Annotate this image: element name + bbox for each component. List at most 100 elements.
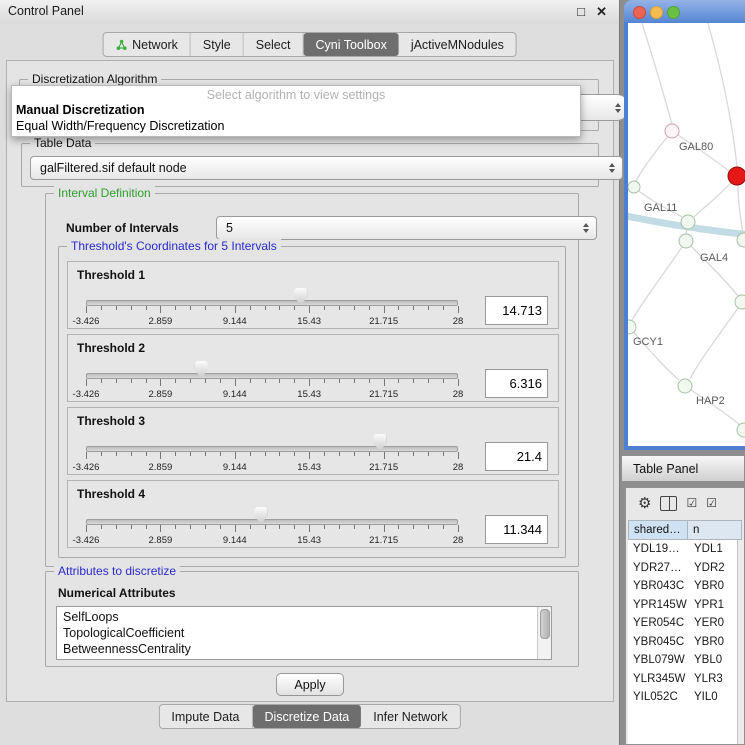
dropdown-option-manual[interactable]: Manual Discretization [12,102,580,118]
close-traffic-light-icon[interactable] [633,6,646,19]
table-row[interactable]: YDL19…YDL1 [628,540,742,559]
table-cell[interactable]: YPR145W [628,599,688,611]
tick-mark [339,306,340,310]
table-cell[interactable]: YLR345W [628,673,688,685]
tick-mark [443,306,444,310]
table-row[interactable]: YPR145WYPR1 [628,596,742,615]
select-none-check-icon[interactable]: ☑ [706,496,717,510]
tab-select[interactable]: Select [244,33,304,56]
network-window-titlebar[interactable] [624,0,745,23]
network-node[interactable] [628,181,640,193]
table-row[interactable]: YIL052CYIL0 [628,688,742,707]
table-cell[interactable]: YDL1 [688,543,742,555]
table-cell[interactable]: YBR045C [628,636,688,648]
restore-icon[interactable]: □ [577,3,585,20]
network-canvas[interactable]: GAL80GAL11GAL4GCY1HAP2 [628,23,745,446]
tab-infer-network[interactable]: Infer Network [361,705,459,728]
threshold-slider[interactable]: -3.4262.8599.14415.4321.71528 [86,505,458,547]
table-panel-titlebar[interactable]: Table Panel [621,455,745,482]
threshold-label: Threshold 3 [77,414,145,428]
table-row[interactable]: YBL079WYBL0 [628,651,742,670]
dropdown-prompt: Select algorithm to view settings [12,86,580,102]
zoom-traffic-light-icon[interactable] [667,6,680,19]
table-cell[interactable]: YIL0 [688,691,742,703]
tab-style[interactable]: Style [191,33,244,56]
table-scrollbar[interactable] [737,540,744,744]
table-data-combo[interactable]: galFiltered.sif default node [30,156,623,180]
table-cell[interactable]: YBL0 [688,654,742,666]
threshold-value-field[interactable]: 6.316 [485,369,548,398]
table-row[interactable]: YER054CYER0 [628,614,742,633]
threshold-value-field[interactable]: 11.344 [485,515,548,544]
table-cell[interactable]: YDR27… [628,562,688,574]
tick-mark [265,525,266,529]
tick-mark [131,525,132,529]
tick-mark [235,452,236,459]
table-cell[interactable]: YPR1 [688,599,742,611]
table-cell[interactable]: YBR043C [628,580,688,592]
network-node[interactable] [681,215,695,229]
tab-impute-data[interactable]: Impute Data [159,705,252,728]
dropdown-option-equal-width[interactable]: Equal Width/Frequency Discretization [12,118,580,134]
select-all-check-icon[interactable]: ☑ [686,496,697,510]
column-header-name[interactable]: n [688,520,742,540]
bottom-tabstrip: Impute Data Discretize Data Infer Networ… [158,704,460,729]
gear-icon[interactable]: ⚙ [638,494,651,512]
interval-definition-group: Interval Definition Number of Intervals … [45,193,579,567]
table-cell[interactable]: YDL19… [628,543,688,555]
tick-mark [131,379,132,383]
attribute-list-item[interactable]: SelfLoops [63,609,538,625]
column-header-shared-name[interactable]: shared… [628,520,688,540]
thresholds-group: Threshold's Coordinates for 5 Intervals … [58,246,566,558]
network-node[interactable] [678,379,692,393]
table-row[interactable]: YDR27…YDR2 [628,559,742,578]
tick-mark [458,452,459,459]
table-cell[interactable]: YLR3 [688,673,742,685]
tick-label: 28 [453,535,464,546]
threshold-value-field[interactable]: 21.4 [485,442,548,471]
control-panel-titlebar[interactable]: Control Panel □ ✕ [0,0,619,24]
desktop: Control Panel □ ✕ Network Style [0,0,745,745]
tick-mark [428,525,429,529]
number-of-intervals-combo[interactable]: 5 [216,216,597,240]
attribute-list-item[interactable]: BetweennessCentrality [63,641,538,657]
table-row[interactable]: YBR045CYBR0 [628,633,742,652]
network-node[interactable] [679,234,693,248]
tab-jactivemnodules[interactable]: jActiveMNodules [399,33,516,56]
minimize-traffic-light-icon[interactable] [650,6,663,19]
network-node[interactable] [665,124,679,138]
table-cell[interactable]: YIL052C [628,691,688,703]
tab-discretize-data[interactable]: Discretize Data [253,705,362,728]
table-cell[interactable]: YER0 [688,617,742,629]
tick-mark [384,525,385,532]
threshold-slider[interactable]: -3.4262.8599.14415.4321.71528 [86,432,458,474]
tab-cyni-toolbox[interactable]: Cyni Toolbox [303,33,398,56]
network-node[interactable] [628,320,636,334]
threshold-value-field[interactable]: 14.713 [485,296,548,325]
close-icon[interactable]: ✕ [596,3,607,20]
apply-button[interactable]: Apply [276,673,344,696]
threshold-slider[interactable]: -3.4262.8599.14415.4321.71528 [86,359,458,401]
network-node[interactable] [728,167,745,185]
stepper-icon [609,157,615,179]
list-scrollbar[interactable] [537,607,551,659]
table-cell[interactable]: YBL079W [628,654,688,666]
table-cell[interactable]: YER054C [628,617,688,629]
column-selector-icon[interactable] [660,496,677,511]
node-table-body[interactable]: YDL19…YDL1YDR27…YDR2YBR043CYBR0YPR145WYP… [628,540,742,744]
network-node[interactable] [737,423,745,437]
group-title: Attributes to discretize [54,564,180,578]
table-row[interactable]: YLR345WYLR3 [628,670,742,689]
table-cell[interactable]: YDR2 [688,562,742,574]
scrollbar-thumb[interactable] [540,609,550,639]
table-row[interactable]: YBR043CYBR0 [628,577,742,596]
threshold-slider[interactable]: -3.4262.8599.14415.4321.71528 [86,286,458,328]
table-cell[interactable]: YBR0 [688,580,742,592]
network-node[interactable] [735,295,745,309]
tab-network[interactable]: Network [103,33,191,56]
numerical-attributes-list[interactable]: SelfLoopsTopologicalCoefficientBetweenne… [56,606,552,660]
tick-mark [443,379,444,383]
table-cell[interactable]: YBR0 [688,636,742,648]
attribute-list-item[interactable]: TopologicalCoefficient [63,625,538,641]
table-panel-window: ⚙ ☑ ☑ shared… n YDL19…YDL1YDR27…YDR2YBR0… [625,487,745,745]
